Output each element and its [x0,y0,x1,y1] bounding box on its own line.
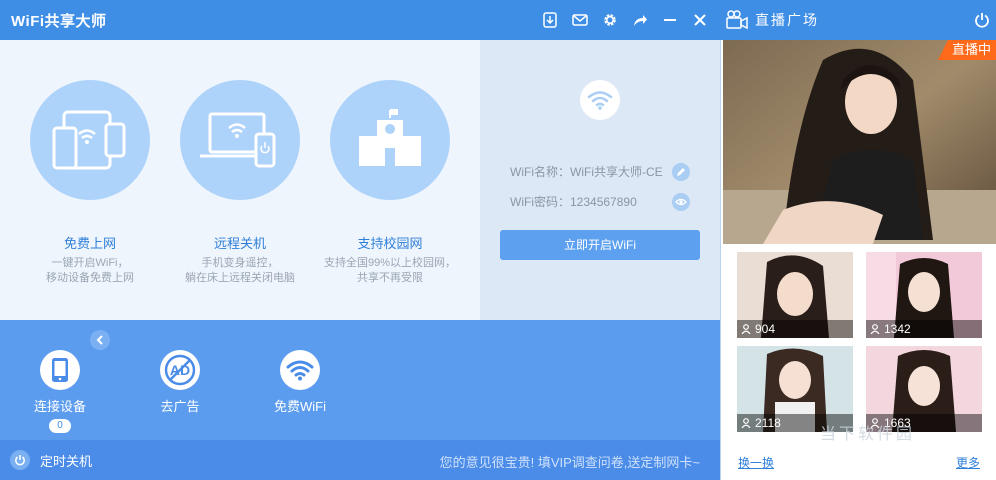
stream-thumbnail[interactable]: 1342 [866,252,982,338]
scheduled-shutdown-button[interactable]: 定时关机 [10,450,92,470]
no-ads-icon: AD [160,350,200,390]
more-streams-link[interactable]: 更多 [956,454,980,471]
timer-label: 定时关机 [40,453,93,469]
viewer-count-value: 1342 [884,322,911,336]
close-icon[interactable] [690,10,710,30]
camera-icon [726,10,748,30]
laptop-phone-icon [180,80,300,200]
featured-stream-image [723,40,996,244]
viewer-count-value: 904 [755,322,776,336]
remove-ads-button[interactable]: AD 去广告 [140,350,220,415]
user-icon [870,324,880,334]
featured-stream[interactable]: 直播中 [723,40,996,244]
power-icon [10,450,30,470]
feature-title: 远程关机 [213,236,266,251]
user-icon [741,418,751,428]
feature-free-internet[interactable]: 免费上网 一键开启WiFi， 移动设备免费上网 [15,80,165,286]
live-panel: 直播中 904 1342 2118 1663 换一换 更多 [720,40,996,480]
wifi-name-label: WiFi名称： [510,165,570,179]
share-icon[interactable] [630,10,650,30]
feature-desc: 支持全国99%以上校园网， 共享不再受限 [323,257,456,284]
minimize-icon[interactable] [660,10,680,30]
wifi-name-value: WiFi共享大师-CE [570,165,663,179]
stream-thumbnail[interactable]: 904 [737,252,853,338]
mail-icon[interactable] [570,10,590,30]
feature-title: 支持校园网 [357,236,423,251]
tool-label: 免费WiFi [274,399,326,414]
viewer-count: 904 [737,320,853,338]
free-wifi-button[interactable]: 免费WiFi [260,350,340,415]
collapse-button[interactable] [90,330,110,350]
feature-panel: 免费上网 一键开启WiFi， 移动设备免费上网 远程关机 手机变身遥控， 躺在床… [0,40,480,320]
wifi-settings-panel: WiFi名称：WiFi共享大师-CE WiFi密码：1234567890 立即开… [480,40,720,320]
feature-campus-network[interactable]: 支持校园网 支持全国99%以上校园网， 共享不再受限 [315,80,465,286]
status-bar: 定时关机 您的意见很宝贵! 填VIP调查问卷,送定制网卡~ [0,440,720,480]
wifi-icon [580,80,620,120]
feature-desc: 一键开启WiFi， 移动设备免费上网 [46,257,134,284]
tool-label: 连接设备 [33,399,86,414]
feature-remote-shutdown[interactable]: 远程关机 手机变身遥控， 躺在床上远程关闭电脑 [165,80,315,286]
feature-title: 免费上网 [63,236,116,251]
live-plaza-label: 直播广场 [755,12,819,28]
wifi-password-label: WiFi密码： [510,195,570,209]
power-icon[interactable] [972,10,992,30]
live-plaza-button[interactable]: 直播广场 [725,8,819,32]
refresh-streams-link[interactable]: 换一换 [738,454,774,471]
tool-label: 去广告 [160,399,200,414]
school-icon [330,80,450,200]
eye-icon[interactable] [672,193,690,211]
wifi-name-row: WiFi名称：WiFi共享大师-CE [510,162,690,182]
watermark: 当下软件园 [820,426,916,443]
user-icon [741,324,751,334]
feature-desc: 手机变身遥控， 躺在床上远程关闭电脑 [185,257,295,284]
download-icon[interactable] [540,10,560,30]
connected-devices-button[interactable]: 连接设备 0 [20,350,100,433]
wifi-password-value: 1234567890 [570,195,637,209]
app-title: WiFi共享大师 [11,13,107,30]
edit-icon[interactable] [672,163,690,181]
wifi-icon [280,350,320,390]
tool-bar: 连接设备 0 AD 去广告 免费WiFi [0,320,720,440]
phone-icon [40,350,80,390]
title-bar: WiFi共享大师 直播广场 [0,0,996,40]
device-count-badge: 0 [49,419,71,433]
gear-icon[interactable] [600,10,620,30]
viewer-count: 1342 [866,320,982,338]
wifi-password-row: WiFi密码：1234567890 [510,192,690,212]
viewer-count-value: 2118 [755,416,781,430]
chevron-left-icon [96,335,103,345]
devices-icon [30,80,150,200]
open-wifi-button[interactable]: 立即开启WiFi [500,230,700,260]
live-status-badge: 直播中 [937,40,996,60]
feedback-link[interactable]: 您的意见很宝贵! 填VIP调查问卷,送定制网卡~ [440,452,700,471]
